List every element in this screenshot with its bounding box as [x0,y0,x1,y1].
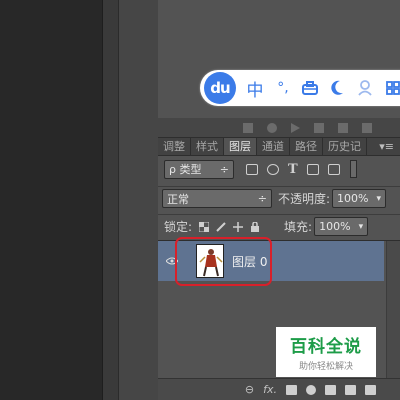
lock-move-icon[interactable] [233,221,244,232]
lock-transparent-icon[interactable] [199,221,210,232]
blend-row: 正常 ÷ 不透明度: 100% ▾ [158,186,400,210]
tab-history[interactable]: 历史记 [323,138,367,155]
watermark-title: 百科全说 [290,337,362,357]
play-icon[interactable] [291,122,300,133]
watermark-badge: 百科全说 助你轻松解决 [276,327,376,377]
moon-icon[interactable] [330,80,348,96]
type-filter-icon[interactable]: T [288,163,298,176]
blend-mode-value: 正常 [167,192,189,206]
chevron-down-icon: ▾ [358,221,364,232]
lock-row: 锁定: 填充: 100% ▾ [158,214,400,238]
user-icon[interactable] [358,80,376,96]
grid-icon[interactable] [386,81,400,95]
select-arrow-icon: ÷ [257,192,267,205]
pixel-filter-icon[interactable] [246,163,258,175]
link-layers-icon[interactable]: ⊖ [245,383,254,396]
tab-layers[interactable]: 图层 [224,138,257,155]
select-arrow-icon: ÷ [219,162,229,176]
chinese-mode-toggle[interactable]: 中 [246,76,264,101]
watermark-subtitle: 助你轻松解决 [298,362,353,372]
highlight-box [175,237,272,286]
baidu-ime-logo[interactable]: du [204,72,236,104]
opacity-input[interactable]: 100% ▾ [332,189,387,208]
stop-icon[interactable] [243,122,253,133]
toolbox-icon[interactable] [302,81,320,95]
fx-button[interactable]: fx. [263,383,277,396]
collapsed-panel-toolbar [158,118,400,138]
lock-all-icon[interactable] [250,221,260,232]
delete-layer-icon[interactable] [365,384,376,395]
shape-filter-icon[interactable] [306,163,319,175]
adjustment-filter-icon[interactable] [267,163,279,175]
lock-brush-icon[interactable] [216,221,226,232]
blend-mode-select[interactable]: 正常 ÷ [162,189,272,208]
filter-toggle[interactable] [349,160,357,178]
opacity-label: 不透明度: [278,192,331,206]
layers-scrollbar[interactable] [386,241,400,379]
opacity-value: 100% [337,192,369,205]
filter-icons: T [246,163,340,176]
canvas-scroll-edge [102,0,118,400]
fill-label: 填充: [284,220,313,234]
layers-bottom-toolbar: ⊖ fx. [158,378,400,400]
smart-object-filter-icon[interactable] [327,163,340,175]
tab-styles[interactable]: 样式 [191,138,224,155]
new-icon[interactable] [338,122,348,133]
trash-icon[interactable] [362,122,372,133]
layer-filter-row: ρ 类型 ÷ T [158,158,400,180]
folder-icon[interactable] [314,122,324,133]
record-icon[interactable] [267,122,277,133]
panel-menu-icon[interactable]: ▾≡ [373,138,400,155]
fill-input[interactable]: 100% ▾ [314,217,369,236]
fill-value: 100% [319,220,351,233]
panel-tabs: 调整 样式 图层 通道 路径 历史记 ▾≡ [158,138,400,156]
tab-channels[interactable]: 通道 [257,138,290,155]
tab-adjustments[interactable]: 调整 [158,138,191,155]
adjustment-layer-icon[interactable] [306,384,316,395]
filter-type-select[interactable]: ρ 类型 ÷ [164,159,234,179]
filter-type-label: ρ 类型 [169,163,202,176]
tab-paths[interactable]: 路径 [290,138,323,155]
ime-toolbar: du 中 °, [200,70,400,106]
canvas-area [0,0,102,400]
punctuation-toggle[interactable]: °, [274,80,292,96]
lock-label: 锁定: [164,220,193,234]
add-mask-icon[interactable] [286,384,297,395]
panel-dock-gap [118,0,158,400]
chevron-down-icon: ▾ [376,193,382,204]
new-layer-icon[interactable] [345,384,356,395]
new-group-icon[interactable] [325,384,336,395]
